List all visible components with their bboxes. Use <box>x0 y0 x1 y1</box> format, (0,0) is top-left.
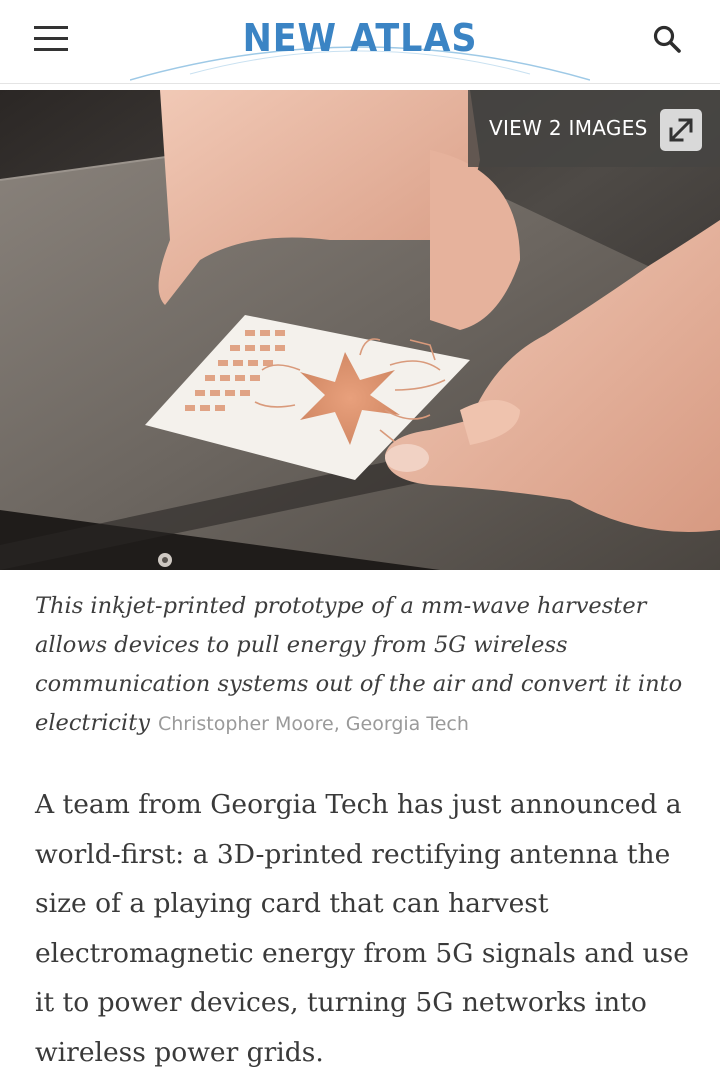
search-icon[interactable] <box>652 24 682 54</box>
view-images-button[interactable]: VIEW 2 IMAGES <box>468 90 720 167</box>
article-paragraph: A team from Georgia Tech has just announ… <box>35 789 689 1068</box>
site-logo[interactable]: NEW ATLAS <box>29 16 691 60</box>
site-header: NEW ATLAS <box>0 0 720 84</box>
expand-icon <box>660 109 702 151</box>
image-caption: This inkjet-printed prototype of a mm-wa… <box>35 587 695 744</box>
hero-image[interactable]: VIEW 2 IMAGES <box>0 90 720 570</box>
view-images-label: VIEW 2 IMAGES <box>489 116 648 140</box>
photo-credit: Christopher Moore, Georgia Tech <box>157 713 469 735</box>
